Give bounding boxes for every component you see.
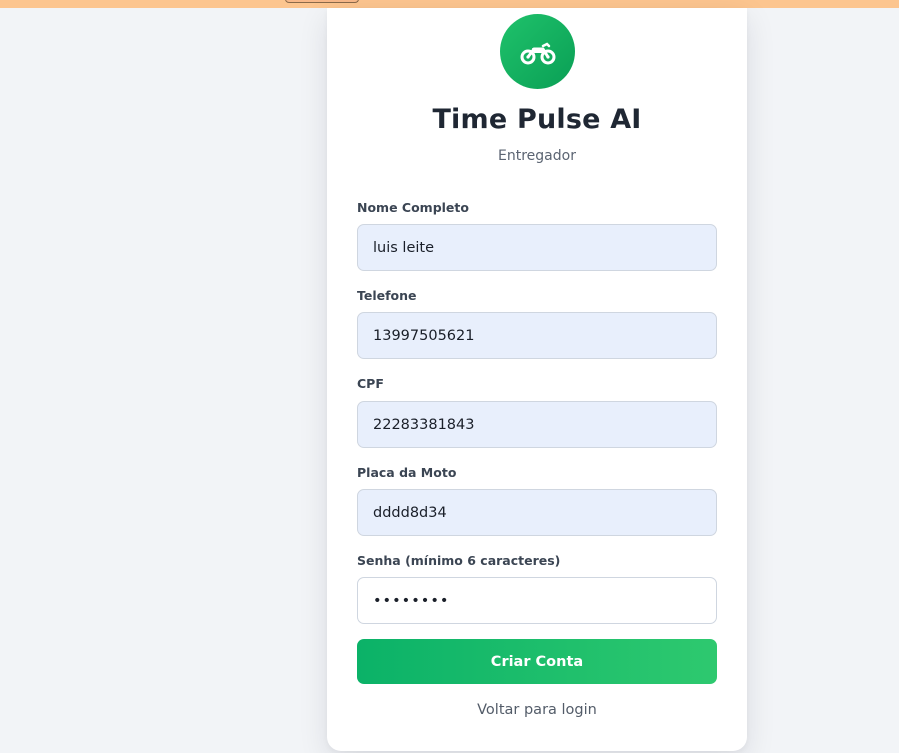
password-label: Senha (mínimo 6 caracteres) bbox=[357, 553, 561, 568]
full-name-label: Nome Completo bbox=[357, 200, 469, 215]
phone-label: Telefone bbox=[357, 288, 417, 303]
password-input[interactable] bbox=[357, 577, 717, 624]
create-account-button[interactable]: Criar Conta bbox=[357, 639, 717, 684]
cpf-input[interactable] bbox=[357, 401, 717, 448]
motorcycle-icon bbox=[520, 41, 555, 64]
app-logo bbox=[500, 14, 575, 89]
phone-input[interactable] bbox=[357, 312, 717, 359]
banner-tab[interactable] bbox=[285, 0, 359, 3]
signup-card: Time Pulse AI Entregador Nome Completo T… bbox=[327, 8, 747, 751]
app-title: Time Pulse AI bbox=[432, 104, 642, 135]
app-subtitle: Entregador bbox=[498, 148, 576, 164]
full-name-input[interactable] bbox=[357, 224, 717, 271]
back-to-login-link[interactable]: Voltar para login bbox=[327, 702, 747, 718]
top-banner bbox=[0, 0, 899, 8]
plate-label: Placa da Moto bbox=[357, 465, 457, 480]
plate-input[interactable] bbox=[357, 489, 717, 536]
cpf-label: CPF bbox=[357, 376, 384, 391]
